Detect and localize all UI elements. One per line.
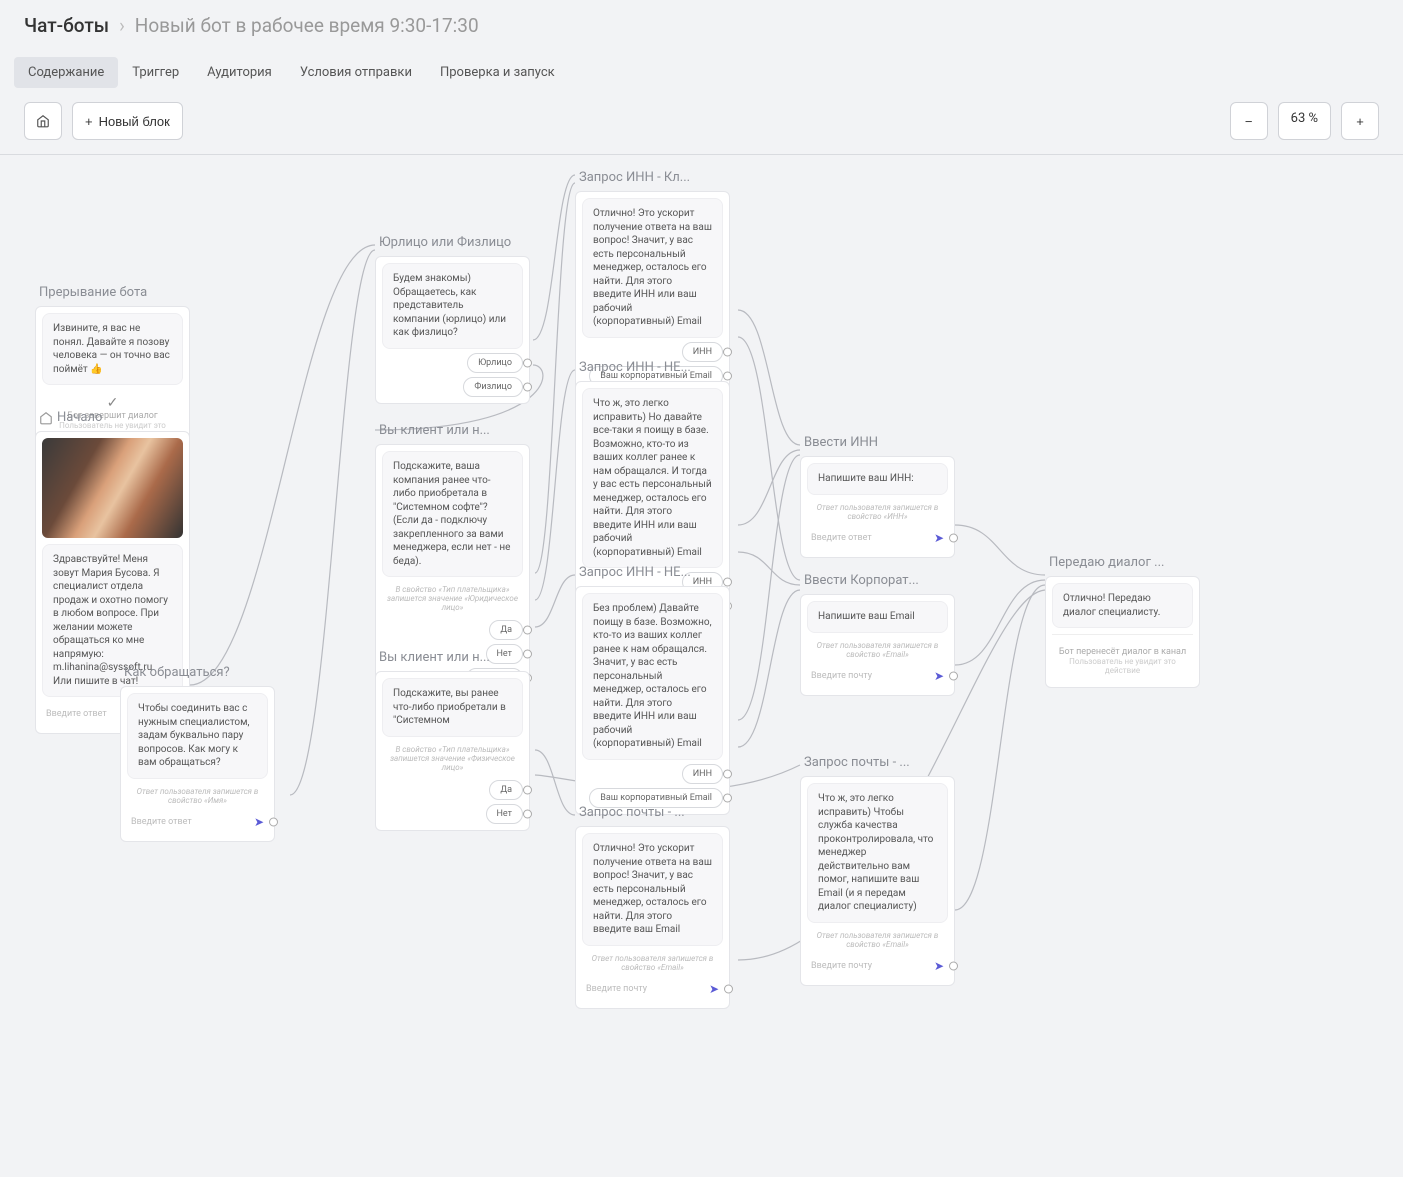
node-message: Напишите ваш Email [807,601,948,633]
node-meta: В свойство «Тип плательщика» запишется з… [382,741,523,776]
node-message: Напишите ваш ИНН: [807,463,948,495]
node-title: Прерывание бота [35,285,190,300]
zoom-level: 63 % [1278,102,1331,140]
header: Чат-боты › Новый бот в рабочее время 9:3… [0,0,1403,47]
new-block-button[interactable]: + Новый блок [72,102,183,140]
toolbar: + Новый блок − 63 % + [0,88,1403,155]
image-placeholder [42,438,183,538]
node-enter-corp[interactable]: Ввести Корпорат... Напишите ваш Email От… [800,573,955,696]
send-icon[interactable]: ➤ [254,815,264,829]
send-icon[interactable]: ➤ [709,982,719,996]
tab-audience[interactable]: Аудитория [193,57,286,88]
input-row[interactable]: Введите почту➤ [807,663,948,689]
node-message: Чтобы соединить вас с нужным специалисто… [127,693,268,779]
node-title: Вы клиент или н... [375,423,530,438]
node-message: Подскажите, ваша компания ранее что-либо… [382,451,523,577]
input-row[interactable]: Введите ответ➤ [807,525,948,551]
home-icon [39,411,53,425]
node-message: Будем знакомы) Обращаетесь, как представ… [382,263,523,349]
option-button[interactable]: ИНН [682,342,723,362]
node-inn-ne2[interactable]: Запрос ИНН - НЕ... Без проблем) Давайте … [575,565,730,815]
home-button[interactable] [24,102,62,140]
node-meta: Ответ пользователя запишется в свойство … [807,637,948,663]
input-row[interactable]: Введите ответ➤ [127,809,268,835]
plus-icon: + [1356,114,1364,129]
zoom-out-button[interactable]: − [1230,102,1268,140]
node-message: Отлично! Это ускорит получение ответа на… [582,833,723,946]
node-enter-inn[interactable]: Ввести ИНН Напишите ваш ИНН: Ответ польз… [800,435,955,558]
input-row[interactable]: Введите почту➤ [807,953,948,979]
input-row[interactable]: Введите почту➤ [582,976,723,1002]
node-title: Вы клиент или н... [375,650,530,665]
node-message: Без проблем) Давайте поищу в базе. Возмо… [582,593,723,760]
node-yurfiz[interactable]: Юрлицо или Физлицо Будем знакомы) Обраща… [375,235,530,404]
node-meta: В свойство «Тип плательщика» запишется з… [382,581,523,616]
node-meta: Ответ пользователя запишется в свойство … [807,499,948,525]
tabs: Содержание Триггер Аудитория Условия отп… [0,47,1403,88]
tab-launch[interactable]: Проверка и запуск [426,57,569,88]
chevron-right-icon: › [119,14,125,37]
flow-canvas[interactable]: Прерывание бота Извините, я вас не понял… [0,155,1403,1155]
breadcrumb: Чат-боты › Новый бот в рабочее время 9:3… [24,14,1379,37]
home-icon [36,114,50,128]
option-button[interactable]: Юрлицо [467,353,523,373]
node-mail-req2[interactable]: Запрос почты - ... Что ж, это легко испр… [800,755,955,986]
node-message: Отлично! Передаю диалог специалисту. [1052,583,1193,628]
node-message: Подскажите, вы ранее что-либо приобретал… [382,678,523,737]
option-button[interactable]: ИНН [682,764,723,784]
node-meta: Ответ пользователя запишется в свойство … [807,927,948,953]
node-action: Бот перенесёт диалог в канал Пользовател… [1052,641,1193,681]
node-title: Запрос ИНН - НЕ... [575,565,730,580]
node-howto[interactable]: Как обращаться? Чтобы соединить вас с ну… [120,665,275,842]
option-button[interactable]: Да [489,620,523,640]
node-title: Начало [35,410,190,425]
option-button[interactable]: Физлицо [463,377,523,397]
breadcrumb-root[interactable]: Чат-боты [24,14,109,37]
tab-conditions[interactable]: Условия отправки [286,57,426,88]
node-transfer[interactable]: Передаю диалог ... Отлично! Передаю диал… [1045,555,1200,688]
send-icon[interactable]: ➤ [934,531,944,545]
breadcrumb-leaf: Новый бот в рабочее время 9:30-17:30 [135,14,479,37]
node-title: Запрос почты - ... [800,755,955,770]
send-icon[interactable]: ➤ [934,669,944,683]
node-title: Ввести ИНН [800,435,955,450]
node-title: Как обращаться? [120,665,275,680]
node-mail-req[interactable]: Запрос почты - ... Отлично! Это ускорит … [575,805,730,1009]
node-title: Запрос почты - ... [575,805,730,820]
minus-icon: − [1245,114,1253,129]
node-message: Отлично! Это ускорит получение ответа на… [582,198,723,338]
node-meta: Ответ пользователя запишется в свойство … [127,783,268,809]
node-title: Запрос ИНН - НЕ... [575,360,730,375]
tab-trigger[interactable]: Триггер [118,57,193,88]
node-title: Запрос ИНН - Кл... [575,170,730,185]
node-title: Передаю диалог ... [1045,555,1200,570]
option-button[interactable]: Да [489,780,523,800]
node-title: Ввести Корпорат... [800,573,955,588]
node-client2[interactable]: Вы клиент или н... Подскажите, вы ранее … [375,650,530,831]
node-message: Что ж, это легко исправить) Чтобы служба… [807,783,948,923]
plus-icon: + [85,114,93,129]
node-title: Юрлицо или Физлицо [375,235,530,250]
zoom-in-button[interactable]: + [1341,102,1379,140]
send-icon[interactable]: ➤ [934,959,944,973]
option-button[interactable]: Нет [486,804,523,824]
check-badge-icon: ✓ [46,395,179,411]
node-message: Извините, я вас не понял. Давайте я позо… [42,313,183,385]
tab-content[interactable]: Содержание [14,57,118,88]
node-message: Что ж, это легко исправить) Но давайте в… [582,388,723,568]
node-meta: Ответ пользователя запишется в свойство … [582,950,723,976]
